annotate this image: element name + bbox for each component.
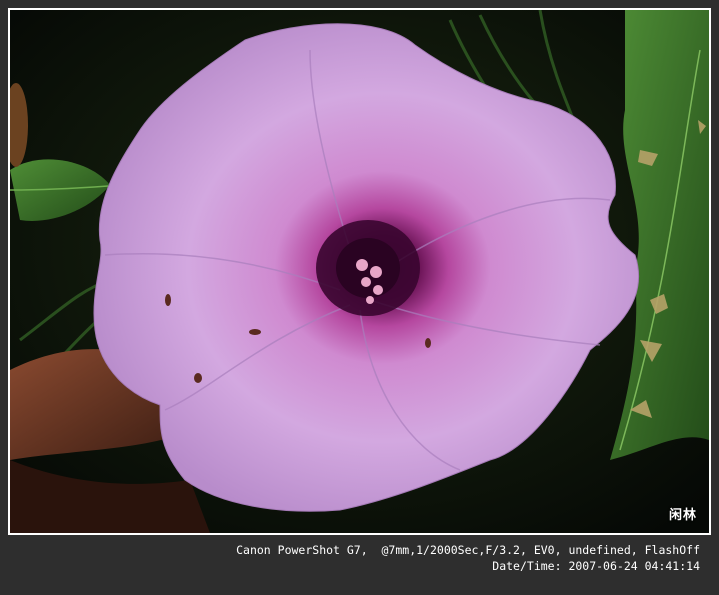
exif-info: Canon PowerShot G7, @7mm,1/2000Sec,F/3.2… xyxy=(236,542,700,574)
morning-glory-photo xyxy=(10,10,709,533)
exif-camera-line: Canon PowerShot G7, @7mm,1/2000Sec,F/3.2… xyxy=(236,543,700,557)
exif-datetime-line: Date/Time: 2007-06-24 04:41:14 xyxy=(492,559,700,573)
image-viewer-frame: 闲林 Canon PowerShot G7, @7mm,1/2000Sec,F/… xyxy=(0,0,719,595)
photo: 闲林 xyxy=(10,10,709,533)
photographer-signature: 闲林 xyxy=(668,508,697,523)
